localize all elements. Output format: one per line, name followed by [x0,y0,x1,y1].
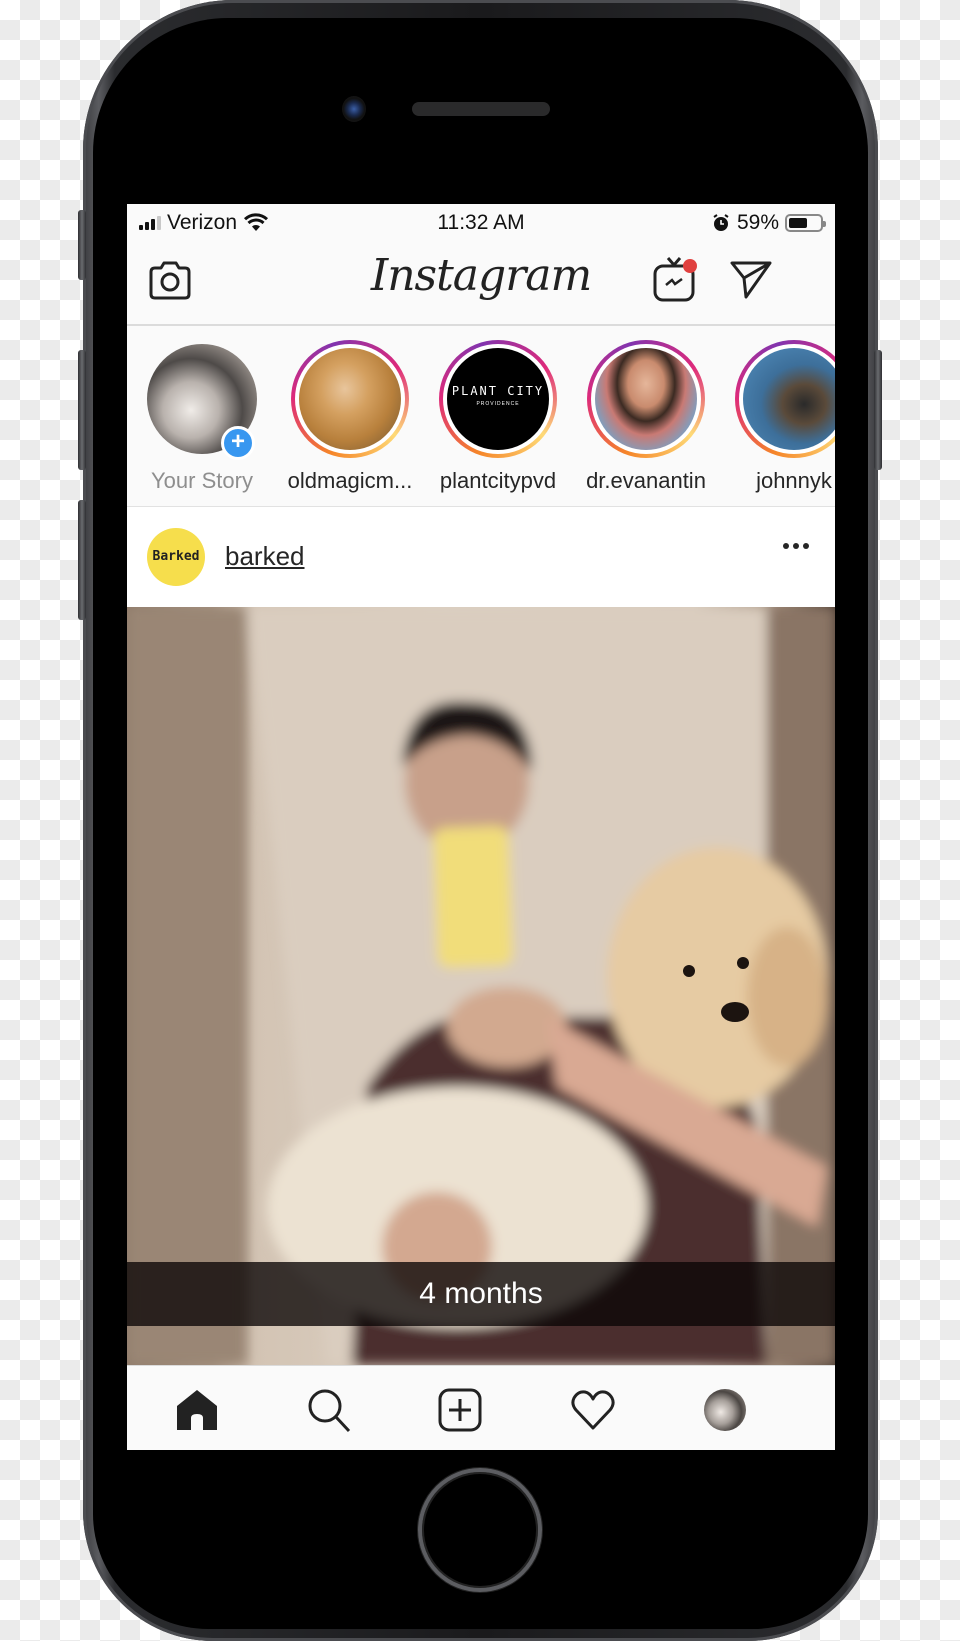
igtv-icon[interactable] [651,254,701,304]
home-icon [177,1390,217,1430]
front-camera [342,96,366,122]
battery-percent: 59% [736,211,779,234]
add-story-icon[interactable]: + [221,426,255,460]
story-item[interactable]: johnnyk [719,340,835,494]
igtv-notification-dot [683,259,697,273]
dog-nose [721,1002,749,1022]
story-avatar [299,348,401,450]
nav-search[interactable] [305,1386,353,1434]
more-horizontal-icon[interactable] [783,543,809,549]
app-header: Instagram [127,242,835,326]
paper-plane-icon[interactable] [729,258,773,300]
volume-up-button [78,350,86,470]
phone-in-hand [432,826,514,968]
volume-down-button [78,500,86,620]
post-username-link[interactable]: barked [225,541,305,572]
avatar-text: PLANT CITY [451,384,545,398]
story-avatar: PLANT CITY PROVIDENCE [447,348,549,450]
story-item[interactable]: oldmagicm... [275,340,425,494]
stories-tray: + Your Story oldmagicm... PLANT CITY PRO… [127,326,835,507]
post-header: Barked barked [127,507,835,607]
story-label: plantcitypvd [439,468,557,493]
search-icon [308,1389,351,1433]
post-photo [127,607,835,1365]
story-avatar [595,348,697,450]
dog-ear [747,927,827,1067]
add-post-icon [438,1388,482,1432]
story-label: oldmagicm... [287,468,413,493]
video-caption-overlay: 4 months [127,1262,835,1326]
story-item[interactable]: PLANT CITY PROVIDENCE plantcitypvd [423,340,573,494]
avatar-subtext: PROVIDENCE [476,401,520,407]
app-screen: Verizon 11:32 AM 59% Instagram + Your St… [127,204,835,1450]
heart-icon [571,1390,615,1430]
story-item[interactable]: dr.evanantin [571,340,721,494]
power-button [874,350,882,470]
bottom-nav [127,1365,835,1450]
story-your-story[interactable]: + Your Story [127,340,277,494]
story-avatar [743,348,835,450]
battery-icon [785,214,826,232]
post-video[interactable]: 4 months [127,607,835,1365]
nav-home[interactable] [173,1386,221,1434]
profile-avatar [704,1389,746,1431]
story-label: Your Story [151,468,253,493]
story-label: dr.evanantin [586,468,706,493]
wall-shadow [127,607,247,1365]
story-label: johnnyk [756,468,832,493]
nav-new-post[interactable] [436,1386,484,1434]
post-avatar[interactable]: Barked [147,528,205,586]
mute-switch [78,210,86,280]
battery-fill [789,218,807,228]
status-bar: Verizon 11:32 AM 59% [127,204,835,242]
nav-activity[interactable] [569,1386,617,1434]
home-button[interactable] [418,1468,542,1592]
nav-profile[interactable] [701,1386,749,1434]
alarm-icon [713,214,729,231]
earpiece-speaker [412,102,550,116]
